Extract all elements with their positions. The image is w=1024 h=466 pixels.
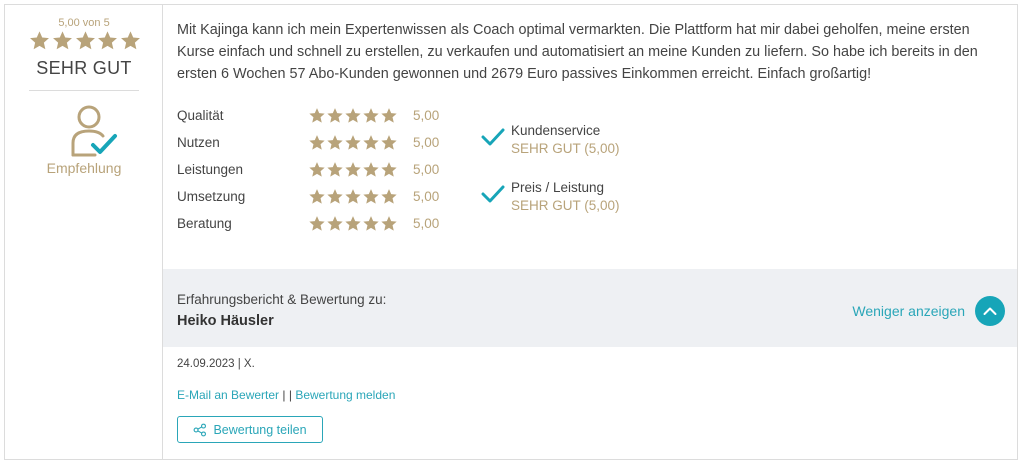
positive-label: Kundenservice: [511, 123, 601, 138]
share-label: Bewertung teilen: [213, 422, 307, 437]
star-icon: [381, 162, 397, 177]
verdict: SEHR GUT: [36, 58, 132, 78]
criteria-label: Beratung: [177, 216, 232, 231]
show-less-link[interactable]: Weniger anzeigen: [852, 303, 965, 319]
star-icon: [121, 31, 140, 50]
star-icon: [363, 189, 379, 204]
show-less-button[interactable]: [975, 296, 1005, 326]
report-review-link[interactable]: Bewertung melden: [295, 388, 395, 402]
summary-stars: [29, 30, 141, 51]
star-icon: [309, 108, 325, 123]
star-icon: [309, 162, 325, 177]
divider: [29, 90, 139, 91]
summary-panel: 5,00 von 5 SEHR GUT Empfehlung: [5, 5, 163, 459]
star-icon: [309, 135, 325, 150]
subject-label: Erfahrungsbericht & Bewertung zu:: [177, 292, 387, 307]
review-actions: E-Mail an Bewerter | | Bewertung melden: [177, 388, 395, 402]
share-icon: [194, 423, 207, 436]
star-icon: [345, 216, 361, 231]
user-check-icon: [71, 105, 117, 157]
criteria-label: Umsetzung: [177, 189, 246, 204]
criteria-row: Qualität 5,00: [177, 106, 457, 126]
chevron-up-icon: [983, 307, 997, 315]
star-icon: [52, 31, 72, 50]
criteria-row: Beratung 5,00: [177, 214, 457, 234]
criteria-label: Leistungen: [177, 162, 244, 177]
criteria-value: 5,00: [413, 162, 440, 177]
review-text: Mit Kajinga kann ich mein Expertenwissen…: [177, 22, 978, 82]
check-icon: [481, 128, 505, 146]
criteria-row: Umsetzung 5,00: [177, 187, 457, 207]
criteria-value: 5,00: [413, 216, 440, 231]
star-icon: [327, 135, 343, 150]
criteria-row: Leistungen 5,00: [177, 160, 457, 180]
star-icon: [309, 189, 325, 204]
star-icon: [30, 31, 49, 50]
criteria-value: 5,00: [413, 135, 440, 150]
positive-label: Preis / Leistung: [511, 180, 605, 195]
subject-band: Erfahrungsbericht & Bewertung zu: Heiko …: [163, 269, 1017, 347]
criteria-label: Nutzen: [177, 135, 220, 150]
star-icon: [75, 31, 95, 50]
star-icon: [345, 162, 361, 177]
criteria-stars: [308, 188, 398, 205]
star-icon: [345, 108, 361, 123]
star-icon: [327, 189, 343, 204]
actions-separator: | |: [282, 388, 292, 402]
star-icon: [363, 108, 379, 123]
recommendation-label: Empfehlung: [46, 160, 122, 176]
star-icon: [345, 189, 361, 204]
star-icon: [381, 216, 397, 231]
criteria-stars: [308, 161, 398, 178]
criteria-stars: [308, 134, 398, 151]
star-icon: [381, 108, 397, 123]
criteria-value: 5,00: [413, 189, 440, 204]
share-review-button[interactable]: Bewertung teilen: [177, 416, 323, 443]
positive-value: SEHR GUT (5,00): [511, 141, 620, 156]
star-icon: [363, 162, 379, 177]
email-reviewer-link[interactable]: E-Mail an Bewerter: [177, 388, 279, 402]
star-icon: [381, 135, 397, 150]
star-icon: [327, 108, 343, 123]
star-icon: [309, 216, 325, 231]
star-icon: [345, 135, 361, 150]
review-meta: 24.09.2023 | X.: [177, 358, 255, 370]
star-icon: [98, 31, 118, 50]
positive-value: SEHR GUT (5,00): [511, 198, 620, 213]
score-text: 5,00 von 5: [58, 17, 110, 29]
review-card: 5,00 von 5 SEHR GUT Empfehlung Mit Kajin…: [4, 4, 1018, 460]
star-icon: [327, 162, 343, 177]
criteria-value: 5,00: [413, 108, 440, 123]
subject-name: Heiko Häusler: [177, 313, 274, 329]
star-icon: [363, 216, 379, 231]
criteria-label: Qualität: [177, 108, 224, 123]
star-icon: [327, 216, 343, 231]
check-icon: [481, 185, 505, 203]
star-icon: [363, 135, 379, 150]
criteria-stars: [308, 107, 398, 124]
criteria-stars: [308, 215, 398, 232]
star-icon: [381, 189, 397, 204]
criteria-row: Nutzen 5,00: [177, 133, 457, 153]
